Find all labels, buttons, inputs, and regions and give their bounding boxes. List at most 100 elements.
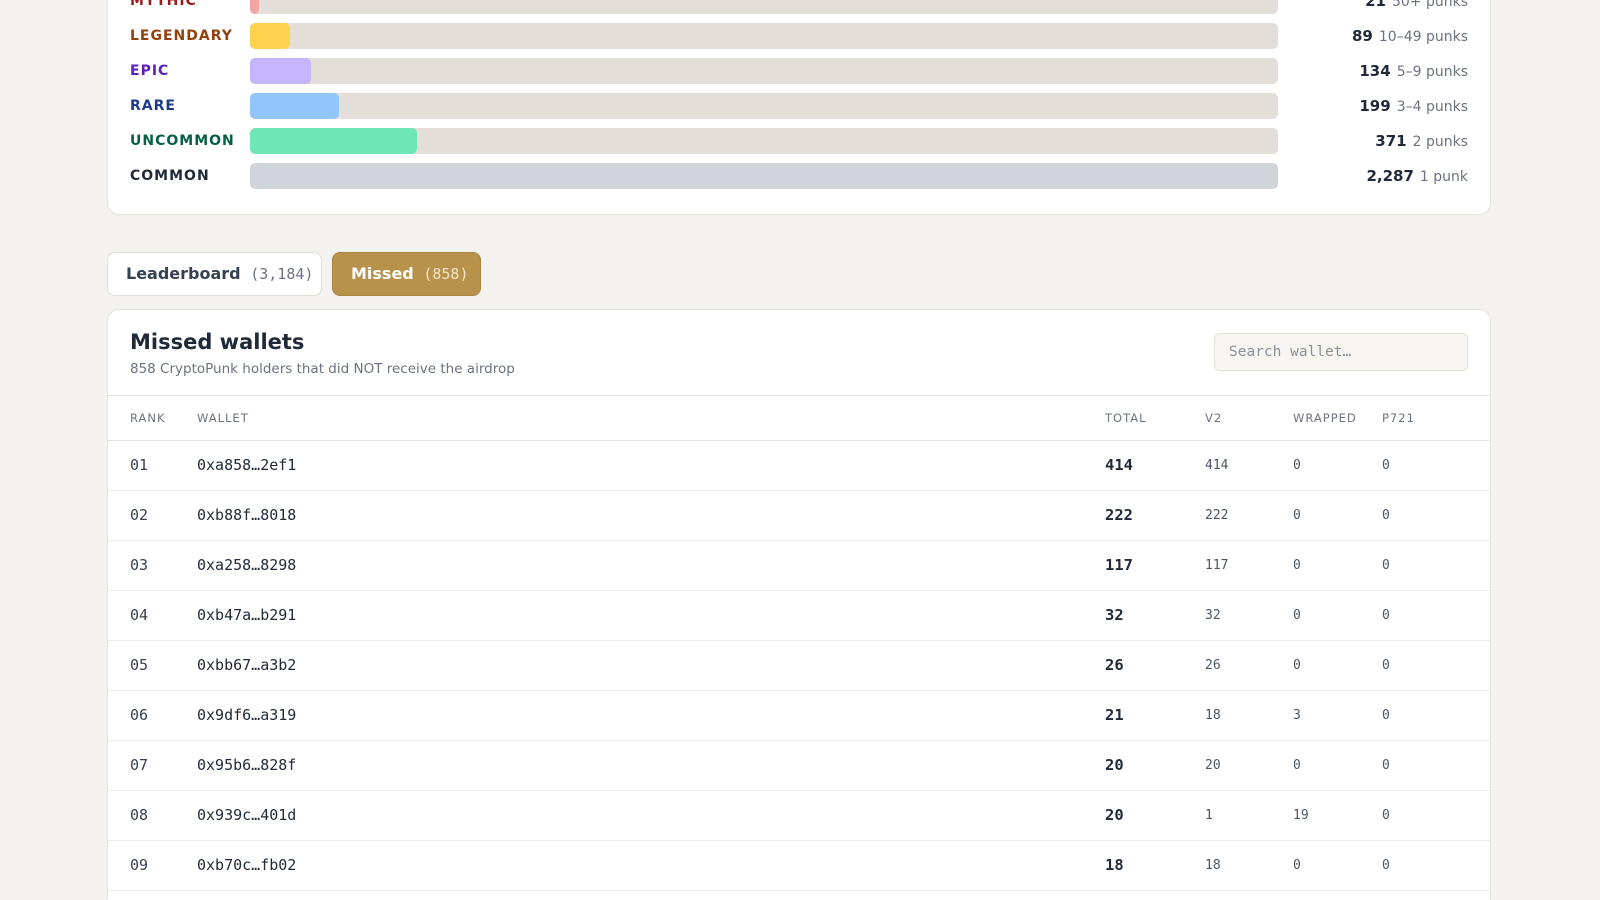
total-cell: 20 [1105, 806, 1124, 824]
wallet-address[interactable]: 0xb70c…fb02 [197, 841, 296, 890]
tier-stats: 199 3–4 punks [1359, 93, 1468, 120]
tab-leaderboard-count: (3,184) [250, 265, 314, 283]
v2-cell: 18 [1205, 858, 1221, 873]
column-header-v2[interactable]: V2 [1205, 396, 1222, 440]
wallet-address[interactable]: 0xb47a…b291 [197, 591, 296, 640]
wrapped-cell: 0 [1293, 758, 1301, 773]
total-cell: 18 [1105, 856, 1124, 874]
tier-bar-fill [250, 0, 260, 14]
column-header-p721[interactable]: P721 [1382, 396, 1415, 440]
tier-bar-track [250, 93, 1278, 119]
wallet-address[interactable]: 0xb88f…8018 [197, 491, 296, 540]
tier-bar-track [250, 163, 1278, 189]
missed-wallets-table: RANK WALLET TOTAL V2 WRAPPED P721 01 0xa8… [108, 396, 1490, 891]
tier-label: COMMON [130, 168, 210, 184]
tier-stats: 371 2 punks [1375, 128, 1468, 155]
table-row[interactable]: 04 0xb47a…b291 32 32 0 0 [108, 591, 1490, 641]
column-header-total[interactable]: TOTAL [1105, 396, 1146, 440]
tier-stats: 89 10–49 punks [1352, 23, 1468, 50]
tier-bar-fill [250, 163, 1278, 189]
table-row[interactable]: 01 0xa858…2ef1 414 414 0 0 [108, 441, 1490, 491]
rank-cell: 09 [130, 856, 149, 874]
rank-cell: 07 [130, 756, 149, 774]
wallet-address[interactable]: 0xa258…8298 [197, 541, 296, 590]
v2-cell: 117 [1205, 558, 1229, 573]
tier-range: 50+ punks [1391, 0, 1468, 10]
table-row[interactable]: 09 0xb70c…fb02 18 18 0 0 [108, 841, 1490, 891]
v2-cell: 414 [1205, 458, 1229, 473]
rank-cell: 06 [130, 706, 149, 724]
tier-bar-fill [250, 23, 291, 49]
p721-cell: 0 [1382, 708, 1390, 723]
rank-cell: 04 [130, 606, 149, 624]
total-cell: 414 [1105, 456, 1133, 474]
p721-cell: 0 [1382, 658, 1390, 673]
tier-count: 199 [1359, 97, 1391, 115]
table-row[interactable]: 07 0x95b6…828f 20 20 0 0 [108, 741, 1490, 791]
tier-row: LEGENDARY 89 10–49 punks [108, 23, 1490, 49]
tier-label: MYTHIC [130, 0, 197, 9]
tab-leaderboard[interactable]: Leaderboard (3,184) [107, 252, 322, 296]
rank-cell: 08 [130, 806, 149, 824]
table-body: 01 0xa858…2ef1 414 414 0 0 02 0xb88f…8018 222 222… [108, 441, 1490, 891]
wrapped-cell: 0 [1293, 658, 1301, 673]
panel-subtitle: 858 CryptoPunk holders that did NOT rece… [130, 361, 515, 377]
rank-cell: 05 [130, 656, 149, 674]
v2-cell: 20 [1205, 758, 1221, 773]
tier-range: 10–49 punks [1378, 29, 1468, 45]
tier-stats: 21 50+ punks [1365, 0, 1468, 15]
tier-count: 89 [1352, 27, 1373, 45]
rank-cell: 02 [130, 506, 149, 524]
total-cell: 32 [1105, 606, 1124, 624]
panel-title: Missed wallets [130, 330, 305, 354]
tier-range: 2 punks [1412, 134, 1468, 150]
tier-label: RARE [130, 98, 176, 114]
wrapped-cell: 0 [1293, 558, 1301, 573]
table-row[interactable]: 06 0x9df6…a319 21 18 3 0 [108, 691, 1490, 741]
tier-row: MYTHIC 21 50+ punks [108, 0, 1490, 14]
p721-cell: 0 [1382, 558, 1390, 573]
tier-count: 371 [1375, 132, 1407, 150]
rank-cell: 01 [130, 456, 149, 474]
tier-range: 3–4 punks [1396, 99, 1468, 115]
wallet-address[interactable]: 0x95b6…828f [197, 741, 296, 790]
p721-cell: 0 [1382, 858, 1390, 873]
wrapped-cell: 0 [1293, 508, 1301, 523]
table-row[interactable]: 02 0xb88f…8018 222 222 0 0 [108, 491, 1490, 541]
table-row[interactable]: 08 0x939c…401d 20 1 19 0 [108, 791, 1490, 841]
search-wallet-input[interactable] [1214, 333, 1468, 371]
wallet-address[interactable]: 0xbb67…a3b2 [197, 641, 296, 690]
tier-bar-fill [250, 58, 311, 84]
table-header: RANK WALLET TOTAL V2 WRAPPED P721 [108, 396, 1490, 441]
tier-range: 1 punk [1419, 169, 1468, 185]
tier-stats: 134 5–9 punks [1359, 58, 1468, 85]
p721-cell: 0 [1382, 508, 1390, 523]
table-row[interactable]: 03 0xa258…8298 117 117 0 0 [108, 541, 1490, 591]
tab-missed[interactable]: Missed (858) [332, 252, 481, 296]
rank-cell: 03 [130, 556, 149, 574]
page: MYTHIC 21 50+ punks LEGENDARY 89 10–49 punks E… [0, 0, 1600, 900]
tier-bar-fill [250, 128, 417, 154]
tier-count: 134 [1359, 62, 1391, 80]
tier-bar-track [250, 58, 1278, 84]
p721-cell: 0 [1382, 758, 1390, 773]
column-header-rank[interactable]: RANK [130, 396, 166, 440]
wallet-address[interactable]: 0x9df6…a319 [197, 691, 296, 740]
v2-cell: 1 [1205, 808, 1213, 823]
tab-leaderboard-label: Leaderboard [126, 264, 241, 283]
tier-row: EPIC 134 5–9 punks [108, 58, 1490, 84]
wrapped-cell: 0 [1293, 608, 1301, 623]
wrapped-cell: 19 [1293, 808, 1309, 823]
missed-wallets-panel: Missed wallets 858 CryptoPunk holders th… [107, 309, 1491, 900]
tier-label: EPIC [130, 63, 170, 79]
wallet-address[interactable]: 0xa858…2ef1 [197, 441, 296, 490]
wrapped-cell: 0 [1293, 858, 1301, 873]
wallet-address[interactable]: 0x939c…401d [197, 791, 296, 840]
column-header-wallet[interactable]: WALLET [197, 396, 249, 440]
p721-cell: 0 [1382, 458, 1390, 473]
tier-bar-fill [250, 93, 340, 119]
v2-cell: 18 [1205, 708, 1221, 723]
wrapped-cell: 3 [1293, 708, 1301, 723]
table-row[interactable]: 05 0xbb67…a3b2 26 26 0 0 [108, 641, 1490, 691]
column-header-wrapped[interactable]: WRAPPED [1293, 396, 1357, 440]
